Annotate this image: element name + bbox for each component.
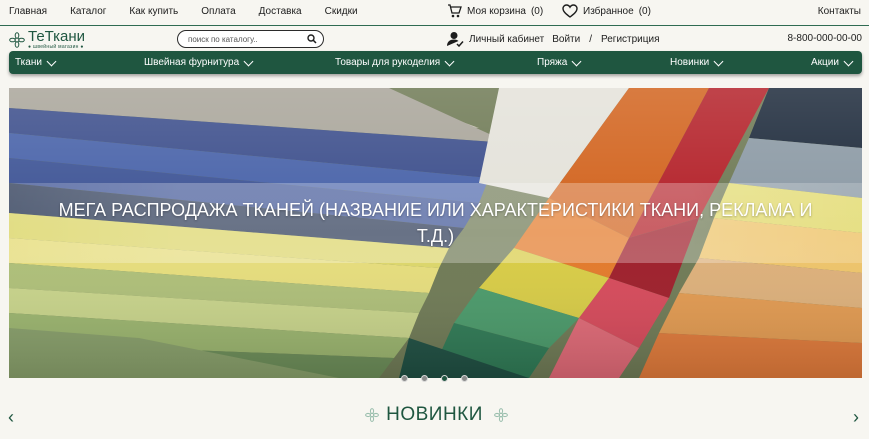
nav-new[interactable]: Новинки <box>670 56 724 68</box>
nav-fabrics[interactable]: Ткани <box>15 56 57 68</box>
search-box <box>177 30 324 48</box>
login-link[interactable]: Войти <box>552 34 580 45</box>
nav-sales[interactable]: Акции <box>811 56 854 68</box>
top-nav-delivery[interactable]: Доставка <box>259 6 302 17</box>
top-nav-payment[interactable]: Оплата <box>201 6 235 17</box>
nav-new-label: Новинки <box>670 57 710 68</box>
phone-number[interactable]: 8-800-000-00-00 <box>788 33 863 44</box>
top-nav-discounts[interactable]: Скидки <box>325 6 358 17</box>
search-input[interactable] <box>188 33 303 45</box>
account-separator: / <box>589 33 592 45</box>
next-arrow-icon[interactable]: › <box>853 407 859 428</box>
search-icon[interactable] <box>307 34 317 44</box>
chevron-down-icon <box>444 56 455 66</box>
cart-count: (0) <box>530 5 544 17</box>
flower-logo-icon <box>9 32 25 48</box>
nav-needlework-label: Товары для рукоделия <box>335 57 441 68</box>
banner-text: МЕГА РАСПРОДАЖА ТКАНЕЙ (НАЗВАНИЕ ИЛИ ХАР… <box>58 200 813 246</box>
top-nav-catalog[interactable]: Каталог <box>70 6 106 17</box>
carousel-dot-active[interactable] <box>441 375 448 382</box>
heart-icon <box>562 4 578 18</box>
cart-icon <box>448 4 462 18</box>
carousel-dot[interactable] <box>401 375 408 382</box>
favorites-count: (0) <box>638 5 651 17</box>
nav-sales-label: Акции <box>811 57 839 68</box>
nav-yarn-label: Пряжа <box>537 57 568 68</box>
top-navigation: Главная Каталог Как купить Оплата Достав… <box>9 6 381 17</box>
carousel-dot[interactable] <box>421 375 428 382</box>
favorites-link[interactable]: Избранное (0) <box>562 4 651 18</box>
register-link[interactable]: Регистриция <box>601 34 659 45</box>
logo[interactable]: ТеТкани ● швейный магазин ● <box>9 28 86 50</box>
nav-sewing-accessories[interactable]: Швейная фурнитура <box>144 56 254 68</box>
section-title-new: НОВИНКИ <box>386 404 483 425</box>
logo-tagline: ● швейный магазин ● <box>28 44 84 50</box>
chevron-down-icon <box>571 56 582 66</box>
banner-caption: МЕГА РАСПРОДАЖА ТКАНЕЙ (НАЗВАНИЕ ИЛИ ХАР… <box>9 183 862 263</box>
cart-link[interactable]: Моя корзина (0) <box>447 4 543 18</box>
nav-yarn[interactable]: Пряжа <box>537 56 582 68</box>
chevron-down-icon <box>46 56 57 66</box>
favorites-label: Избранное <box>583 5 634 17</box>
main-navigation: Ткани Швейная фурнитура Товары для рукод… <box>9 51 862 74</box>
nav-needlework[interactable]: Товары для рукоделия <box>335 56 455 68</box>
account-area: Личный кабинет Войти / Регистриция <box>446 31 659 47</box>
chevron-down-icon <box>713 56 724 66</box>
nav-sewing-accessories-label: Швейная фурнитура <box>144 57 240 68</box>
nav-fabrics-label: Ткани <box>15 57 42 68</box>
user-icon <box>447 32 464 47</box>
promo-banner[interactable]: МЕГА РАСПРОДАЖА ТКАНЕЙ (НАЗВАНИЕ ИЛИ ХАР… <box>9 88 862 378</box>
cart-label: Моя корзина <box>467 5 526 17</box>
carousel-dots <box>401 375 468 382</box>
top-nav-home[interactable]: Главная <box>9 6 47 17</box>
top-bar: Главная Каталог Как купить Оплата Достав… <box>0 0 869 26</box>
logo-name: ТеТкани <box>28 28 86 45</box>
header-row: ТеТкани ● швейный магазин ● Личный кабин… <box>0 27 869 51</box>
top-nav-how-to-buy[interactable]: Как купить <box>129 6 178 17</box>
flower-decoration-icon <box>494 408 508 422</box>
contacts-link[interactable]: Контакты <box>818 6 861 17</box>
personal-cabinet-link[interactable]: Личный кабинет <box>469 34 544 45</box>
chevron-down-icon <box>843 56 854 66</box>
carousel-dot[interactable] <box>461 375 468 382</box>
chevron-down-icon <box>243 56 254 66</box>
